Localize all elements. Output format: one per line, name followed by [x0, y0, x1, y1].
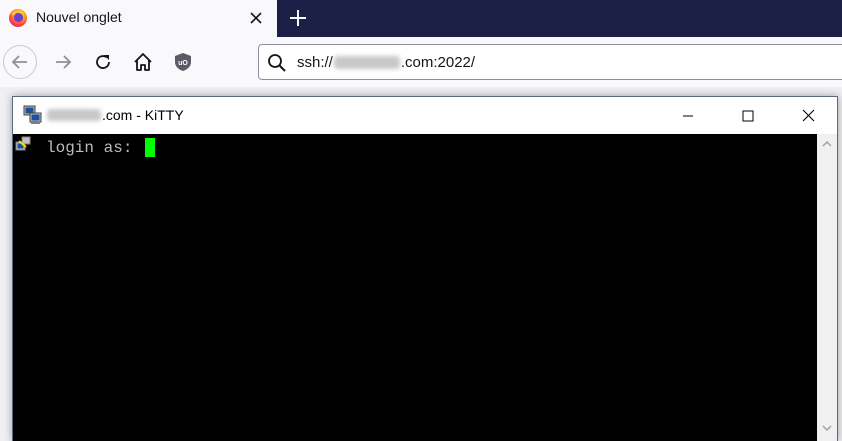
- search-icon: [268, 54, 286, 72]
- url-text[interactable]: ssh:// .com:2022/: [297, 54, 475, 71]
- reload-button[interactable]: [86, 45, 120, 79]
- terminal-area[interactable]: login as:: [13, 134, 817, 441]
- putty-computers-icon: [23, 105, 42, 124]
- ublock-origin-button[interactable]: uO: [166, 45, 200, 79]
- ublock-origin-icon: uO: [175, 53, 191, 71]
- scroll-down-button[interactable]: [817, 418, 837, 438]
- navigation-toolbar: uO ssh:// .com:2022/: [0, 37, 842, 87]
- back-button[interactable]: [3, 45, 37, 79]
- chevron-up-icon: [822, 141, 832, 147]
- firefox-logo-icon: [9, 9, 27, 27]
- arrow-right-icon: [56, 55, 72, 69]
- redacted-hostname: [47, 109, 101, 121]
- vertical-scrollbar[interactable]: [817, 134, 837, 441]
- reload-icon: [96, 55, 110, 69]
- close-icon: [802, 109, 814, 122]
- minimize-icon: [683, 115, 693, 116]
- svg-text:uO: uO: [178, 60, 188, 67]
- minimize-button[interactable]: [658, 97, 718, 134]
- window-title: .com - KiTTY: [47, 107, 184, 123]
- tab-new-tab[interactable]: Nouvel onglet: [0, 0, 277, 37]
- tab-title: Nouvel onglet: [36, 9, 122, 25]
- maximize-button[interactable]: [718, 97, 778, 134]
- close-button[interactable]: [778, 97, 838, 134]
- window-title-text: .com - KiTTY: [102, 107, 184, 123]
- url-suffix: .com:2022/: [400, 54, 476, 71]
- terminal-system-icon[interactable]: [15, 136, 31, 154]
- url-prefix: ssh://: [297, 54, 333, 71]
- arrow-left-icon: [11, 55, 27, 69]
- url-bar[interactable]: ssh:// .com:2022/: [258, 44, 842, 80]
- plus-icon: [290, 10, 306, 26]
- forward-button[interactable]: [46, 45, 80, 79]
- redacted-hostname: [333, 56, 400, 69]
- home-icon: [134, 53, 152, 71]
- maximize-icon: [742, 110, 754, 121]
- close-icon[interactable]: [248, 10, 264, 26]
- kitty-window: .com - KiTTY login as:: [12, 96, 838, 441]
- home-button[interactable]: [126, 45, 160, 79]
- terminal-cursor: [145, 138, 155, 157]
- chevron-down-icon: [822, 425, 832, 431]
- tab-strip: Nouvel onglet: [0, 0, 842, 37]
- kitty-titlebar[interactable]: .com - KiTTY: [13, 97, 837, 134]
- scroll-up-button[interactable]: [817, 134, 837, 154]
- terminal-prompt: login as:: [46, 139, 143, 157]
- new-tab-button[interactable]: [284, 4, 312, 32]
